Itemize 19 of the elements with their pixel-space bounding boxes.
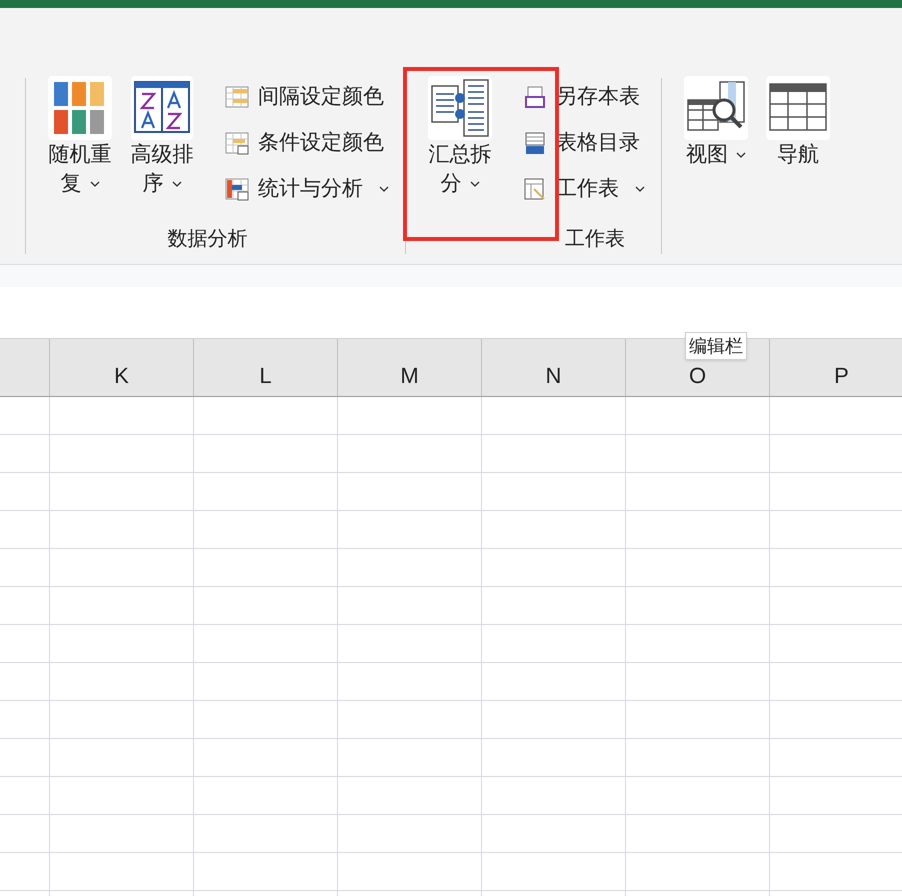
ribbon-menu-button[interactable]: 间隔设定颜色 bbox=[224, 78, 389, 116]
striped-rows-icon bbox=[224, 85, 250, 109]
ribbon-menu-button[interactable]: 统计与分析 bbox=[224, 170, 389, 208]
ribbon-button[interactable]: 高级排序 bbox=[128, 76, 196, 198]
tooltip: 编辑栏 bbox=[685, 332, 747, 360]
bar-stats-icon bbox=[224, 177, 250, 201]
highlighted-cells-icon bbox=[224, 131, 250, 155]
group-label: 数据分析 bbox=[168, 227, 248, 252]
column-header[interactable]: N bbox=[481, 339, 625, 396]
column-header[interactable]: M bbox=[337, 339, 481, 396]
ribbon-menu-button[interactable]: 另存本表 bbox=[522, 78, 645, 116]
save-sheet-icon bbox=[522, 85, 548, 109]
column-header[interactable]: P bbox=[769, 339, 902, 396]
group-label: 工作表 bbox=[565, 227, 626, 252]
column-header[interactable]: K bbox=[49, 339, 193, 396]
ribbon-button[interactable]: 随机重复 bbox=[46, 76, 114, 198]
ribbon-button[interactable]: 汇总拆分 bbox=[426, 76, 494, 198]
column-header[interactable]: L bbox=[193, 339, 337, 396]
ribbon-menu-button[interactable]: 条件设定颜色 bbox=[224, 124, 389, 162]
